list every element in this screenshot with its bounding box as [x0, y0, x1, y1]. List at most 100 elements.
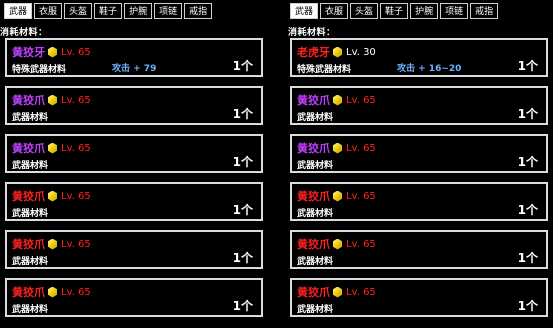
tab-ring[interactable]: 戒指 [470, 3, 499, 19]
material-name: 黄狡爪 [12, 190, 45, 203]
material-quantity: 1个 [517, 251, 538, 265]
material-type: 武器材料 [297, 257, 334, 267]
material-type: 特殊武器材料 [297, 65, 352, 75]
yellow-gem-icon [48, 190, 57, 202]
tab-necklace[interactable]: 项链 [440, 3, 469, 19]
material-name: 黄狡爪 [297, 94, 330, 107]
tab-shoes[interactable]: 鞋子 [380, 3, 409, 19]
material-type: 武器材料 [297, 113, 334, 123]
equipment-upgrade-screen: 武器 衣服 头盔 鞋子 护腕 项链 戒指 消耗材料： 黄狡牙 Lv. 65 特殊武器… [0, 0, 553, 328]
material-quantity: 1个 [517, 59, 538, 73]
material-card[interactable]: 黄狡爪 Lv. 65 武器材料 1个 [5, 230, 263, 269]
panel-divider [271, 0, 277, 328]
material-type: 武器材料 [12, 161, 49, 171]
material-name: 黄狡爪 [297, 286, 330, 299]
material-name: 黄狡牙 [12, 46, 45, 59]
yellow-gem-icon [48, 46, 57, 58]
right-panel: 武器 衣服 头盔 鞋子 护腕 项链 戒指 消耗材料： 老虎牙 Lv. 30 特殊武器… [283, 0, 553, 328]
yellow-gem-icon [48, 142, 57, 154]
material-level: Lv. 65 [346, 286, 376, 298]
attack-bonus: 攻击 + 16~20 [397, 64, 462, 74]
tab-weapon[interactable]: 武器 [290, 3, 319, 19]
yellow-gem-icon [333, 142, 342, 154]
tab-helmet[interactable]: 头盔 [350, 3, 379, 19]
material-type: 武器材料 [297, 305, 334, 315]
material-card[interactable]: 黄狡爪 Lv. 65 武器材料 1个 [5, 86, 263, 125]
equipment-tabs: 武器 衣服 头盔 鞋子 护腕 项链 戒指 [290, 3, 499, 19]
material-quantity: 1个 [517, 107, 538, 121]
material-name: 黄狡爪 [12, 142, 45, 155]
yellow-gem-icon [333, 190, 342, 202]
material-type: 武器材料 [12, 209, 49, 219]
material-quantity: 1个 [232, 251, 253, 265]
attack-bonus: 攻击 + 79 [112, 64, 157, 74]
yellow-gem-icon [48, 238, 57, 250]
consume-materials-label: 消耗材料： [288, 28, 336, 38]
tab-bracer[interactable]: 护腕 [410, 3, 439, 19]
material-type: 武器材料 [12, 257, 49, 267]
material-level: Lv. 65 [61, 142, 91, 154]
material-level: Lv. 65 [61, 286, 91, 298]
material-quantity: 1个 [232, 299, 253, 313]
tab-bracer[interactable]: 护腕 [124, 3, 153, 19]
consume-materials-label: 消耗材料： [0, 28, 48, 38]
material-type: 武器材料 [297, 161, 334, 171]
material-type: 特殊武器材料 [12, 65, 67, 75]
tab-shoes[interactable]: 鞋子 [94, 3, 123, 19]
tab-necklace[interactable]: 项链 [154, 3, 183, 19]
material-header: 黄狡爪 Lv. 65 [12, 92, 91, 108]
tab-ring[interactable]: 戒指 [184, 3, 213, 19]
material-header: 黄狡爪 Lv. 65 [297, 140, 376, 156]
material-level: Lv. 65 [61, 46, 91, 58]
left-panel: 武器 衣服 头盔 鞋子 护腕 项链 戒指 消耗材料： 黄狡牙 Lv. 65 特殊武器… [0, 0, 270, 328]
material-header: 黄狡牙 Lv. 65 [12, 44, 91, 60]
material-header: 黄狡爪 Lv. 65 [12, 236, 91, 252]
material-quantity: 1个 [517, 155, 538, 169]
material-level: Lv. 65 [61, 238, 91, 250]
material-level: Lv. 65 [346, 190, 376, 202]
material-card[interactable]: 黄狡爪 Lv. 65 武器材料 1个 [290, 134, 548, 173]
tab-clothes[interactable]: 衣服 [320, 3, 349, 19]
material-card[interactable]: 黄狡爪 Lv. 65 武器材料 1个 [5, 182, 263, 221]
material-level: Lv. 65 [346, 94, 376, 106]
material-header: 黄狡爪 Lv. 65 [297, 236, 376, 252]
material-card[interactable]: 黄狡爪 Lv. 65 武器材料 1个 [5, 134, 263, 173]
material-name: 黄狡爪 [12, 94, 45, 107]
material-card[interactable]: 老虎牙 Lv. 30 特殊武器材料 攻击 + 16~20 1个 [290, 38, 548, 77]
material-quantity: 1个 [517, 299, 538, 313]
material-card[interactable]: 黄狡爪 Lv. 65 武器材料 1个 [290, 278, 548, 317]
material-type: 武器材料 [297, 209, 334, 219]
tab-weapon[interactable]: 武器 [4, 3, 33, 19]
material-name: 黄狡爪 [297, 142, 330, 155]
material-card[interactable]: 黄狡爪 Lv. 65 武器材料 1个 [5, 278, 263, 317]
material-name: 老虎牙 [297, 46, 330, 59]
material-type: 武器材料 [12, 113, 49, 123]
yellow-gem-icon [333, 286, 342, 298]
material-level: Lv. 65 [346, 238, 376, 250]
yellow-gem-icon [48, 94, 57, 106]
yellow-gem-icon [333, 46, 342, 58]
material-name: 黄狡爪 [12, 238, 45, 251]
material-header: 老虎牙 Lv. 30 [297, 44, 376, 60]
material-quantity: 1个 [517, 203, 538, 217]
material-card[interactable]: 黄狡爪 Lv. 65 武器材料 1个 [290, 230, 548, 269]
material-header: 黄狡爪 Lv. 65 [12, 140, 91, 156]
material-card[interactable]: 黄狡爪 Lv. 65 武器材料 1个 [290, 182, 548, 221]
tab-helmet[interactable]: 头盔 [64, 3, 93, 19]
material-header: 黄狡爪 Lv. 65 [297, 188, 376, 204]
material-name: 黄狡爪 [297, 190, 330, 203]
material-header: 黄狡爪 Lv. 65 [297, 284, 376, 300]
material-quantity: 1个 [232, 203, 253, 217]
material-header: 黄狡爪 Lv. 65 [12, 188, 91, 204]
material-name: 黄狡爪 [297, 238, 330, 251]
yellow-gem-icon [333, 94, 342, 106]
material-card[interactable]: 黄狡牙 Lv. 65 特殊武器材料 攻击 + 79 1个 [5, 38, 263, 77]
material-header: 黄狡爪 Lv. 65 [297, 92, 376, 108]
tab-clothes[interactable]: 衣服 [34, 3, 63, 19]
material-name: 黄狡爪 [12, 286, 45, 299]
material-quantity: 1个 [232, 155, 253, 169]
yellow-gem-icon [48, 286, 57, 298]
material-quantity: 1个 [232, 107, 253, 121]
material-card[interactable]: 黄狡爪 Lv. 65 武器材料 1个 [290, 86, 548, 125]
material-level: Lv. 65 [346, 142, 376, 154]
